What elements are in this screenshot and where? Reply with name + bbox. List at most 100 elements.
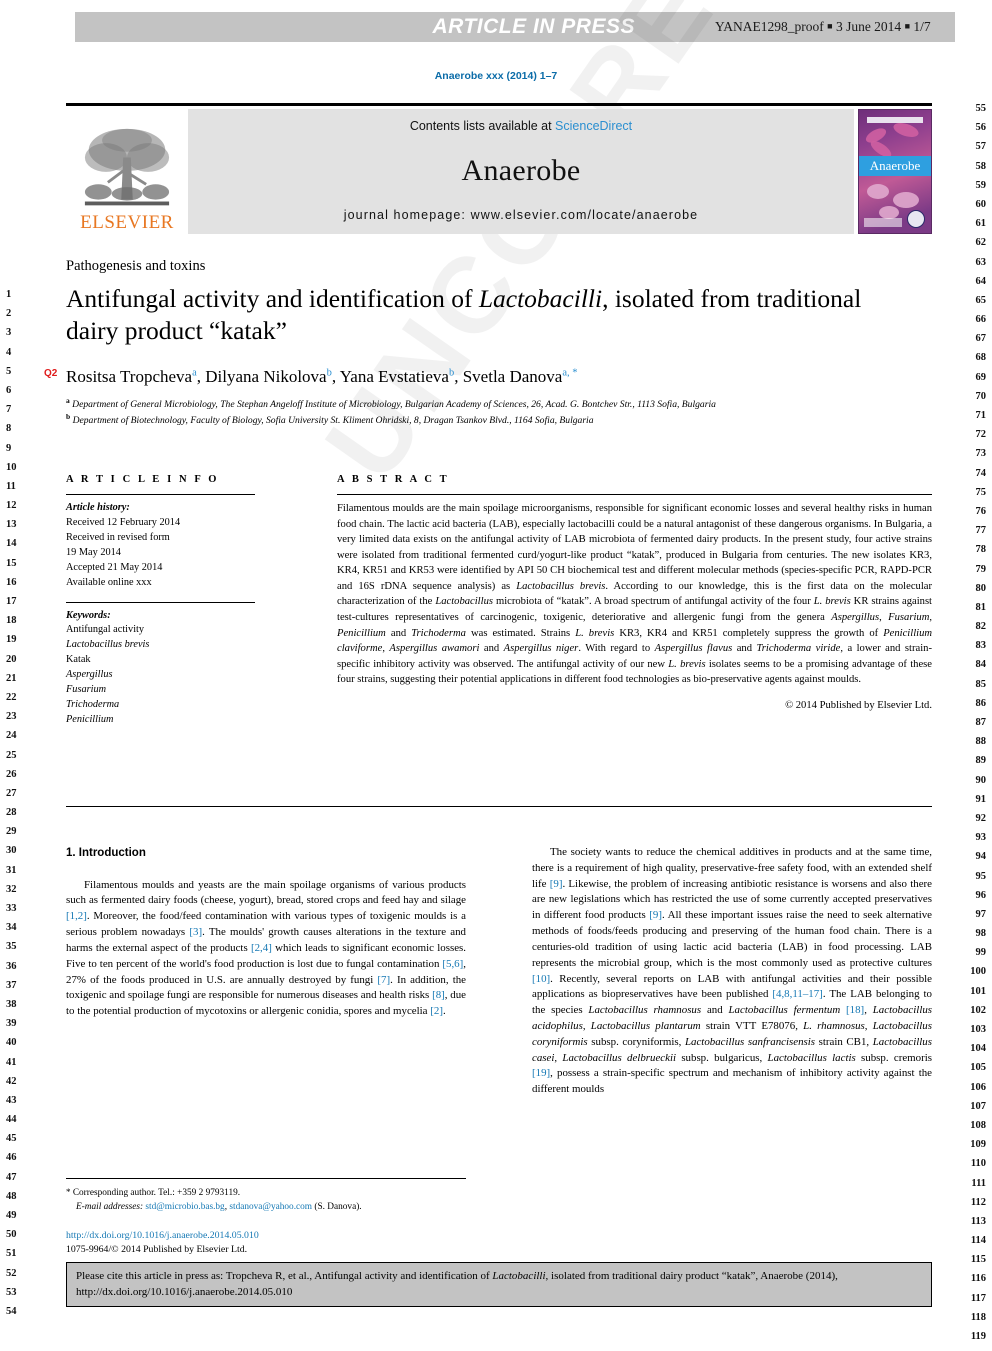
keyword-item: Fusarium bbox=[66, 684, 107, 696]
cover-top-rule bbox=[867, 117, 923, 123]
citation-notice-box: Please cite this article in press as: Tr… bbox=[66, 1262, 932, 1307]
author-name: Rositsa Tropcheva bbox=[66, 367, 193, 386]
line-number: 70 bbox=[975, 390, 987, 402]
line-number: 12 bbox=[6, 500, 17, 512]
query-marker-q2[interactable]: Q2 bbox=[44, 368, 57, 379]
line-number: 25 bbox=[6, 749, 17, 761]
line-number: 91 bbox=[975, 793, 987, 805]
line-number: 101 bbox=[970, 985, 986, 997]
abstract-text: Filamentous moulds are the main spoilage… bbox=[337, 503, 933, 686]
email-label: E-mail addresses: bbox=[76, 1201, 144, 1212]
line-number: 98 bbox=[975, 928, 987, 940]
cover-title: Anaerobe bbox=[859, 156, 931, 176]
keyword-item: Katak bbox=[66, 654, 91, 666]
line-number: 44 bbox=[6, 1114, 17, 1126]
doi-link[interactable]: http://dx.doi.org/10.1016/j.anaerobe.201… bbox=[66, 1229, 466, 1243]
affiliation-mark: a bbox=[66, 396, 70, 405]
line-number: 26 bbox=[6, 768, 17, 780]
line-number: 90 bbox=[975, 774, 987, 786]
corresponding-line: * Corresponding author. Tel.: +359 2 979… bbox=[66, 1186, 466, 1201]
line-number: 94 bbox=[975, 851, 987, 863]
journal-homepage-link[interactable]: journal homepage: www.elsevier.com/locat… bbox=[344, 208, 698, 222]
line-number: 79 bbox=[975, 563, 987, 575]
line-number: 58 bbox=[975, 160, 987, 172]
author-name: Svetla Danova bbox=[462, 367, 563, 386]
elsevier-wordmark: ELSEVIER bbox=[80, 212, 174, 233]
line-number: 38 bbox=[6, 998, 17, 1010]
doi-block: http://dx.doi.org/10.1016/j.anaerobe.201… bbox=[66, 1229, 466, 1257]
panel-bottom-rule bbox=[66, 806, 932, 807]
line-number: 41 bbox=[6, 1056, 17, 1068]
cover-caption-bar bbox=[864, 218, 902, 227]
line-number: 96 bbox=[975, 889, 987, 901]
email-address-1[interactable]: std@microbio.bas.bg bbox=[145, 1202, 224, 1212]
author-affil-mark: a bbox=[192, 367, 197, 379]
author-affil-mark: b bbox=[326, 367, 332, 379]
citation-text: Please cite this article in press as: Tr… bbox=[76, 1270, 838, 1298]
line-number: 54 bbox=[6, 1305, 17, 1317]
proof-page: 1/7 bbox=[913, 19, 931, 34]
line-number: 57 bbox=[975, 141, 987, 153]
line-number: 48 bbox=[6, 1190, 17, 1202]
line-number: 24 bbox=[6, 730, 17, 742]
line-number: 40 bbox=[6, 1037, 17, 1049]
line-number: 35 bbox=[6, 941, 17, 953]
line-number: 89 bbox=[975, 755, 987, 767]
history-line: Received 12 February 2014 bbox=[66, 516, 181, 528]
proof-metadata: YANAE1298_proof ■ 3 June 2014 ■ 1/7 bbox=[715, 19, 931, 35]
introduction-heading: 1. Introduction bbox=[66, 847, 146, 859]
keyword-item: Lactobacillus brevis bbox=[66, 639, 150, 651]
line-number: 69 bbox=[975, 371, 987, 383]
email-address-2[interactable]: stdanova@yahoo.com bbox=[229, 1202, 312, 1212]
keywords-block: Keywords: Antifungal activity Lactobacil… bbox=[66, 601, 255, 728]
line-number: 95 bbox=[975, 870, 987, 882]
square-bullet-icon: ■ bbox=[827, 21, 833, 31]
line-number: 116 bbox=[970, 1273, 986, 1285]
line-number: 53 bbox=[6, 1286, 17, 1298]
line-number: 107 bbox=[970, 1100, 986, 1112]
article-history-title: Article history: bbox=[66, 502, 130, 513]
line-number: 62 bbox=[975, 237, 987, 249]
line-number: 103 bbox=[970, 1024, 986, 1035]
line-number: 10 bbox=[6, 461, 17, 473]
line-number: 102 bbox=[970, 1004, 986, 1016]
keyword-item: Antifungal activity bbox=[66, 624, 145, 636]
line-number: 88 bbox=[975, 736, 987, 748]
author-list: Rositsa Tropchevaa, Dilyana Nikolovab, Y… bbox=[66, 367, 578, 386]
line-number: 32 bbox=[6, 883, 17, 895]
line-number: 22 bbox=[6, 691, 17, 703]
line-number: 14 bbox=[6, 538, 17, 550]
line-number: 67 bbox=[975, 333, 987, 345]
line-number: 33 bbox=[6, 903, 17, 914]
line-number: 52 bbox=[6, 1267, 17, 1279]
line-number: 104 bbox=[970, 1043, 986, 1055]
line-number: 59 bbox=[975, 179, 987, 191]
author-affil-mark: b bbox=[448, 367, 455, 379]
line-number: 100 bbox=[970, 966, 986, 978]
line-number: 19 bbox=[6, 634, 17, 646]
line-number: 97 bbox=[975, 908, 987, 920]
line-number: 65 bbox=[975, 294, 987, 306]
line-number: 106 bbox=[970, 1081, 986, 1093]
proof-date: 3 June 2014 bbox=[835, 19, 902, 34]
line-number: 113 bbox=[970, 1215, 986, 1227]
line-number: 109 bbox=[970, 1139, 986, 1151]
line-number: 108 bbox=[970, 1119, 986, 1131]
line-number: 17 bbox=[6, 596, 17, 607]
issn-copyright-line: 1075-9964/© 2014 Published by Elsevier L… bbox=[66, 1244, 248, 1256]
line-number: 73 bbox=[975, 448, 987, 460]
line-number: 112 bbox=[970, 1196, 986, 1208]
line-number: 51 bbox=[6, 1248, 17, 1260]
proof-id: YANAE1298_proof bbox=[715, 19, 824, 34]
line-number: 87 bbox=[975, 717, 987, 728]
line-number: 27 bbox=[6, 787, 17, 799]
line-number: 31 bbox=[6, 864, 17, 876]
line-number: 20 bbox=[6, 653, 17, 665]
line-number: 71 bbox=[975, 410, 987, 421]
line-number: 63 bbox=[975, 256, 987, 268]
line-number: 3 bbox=[6, 327, 12, 339]
line-number: 46 bbox=[6, 1152, 17, 1164]
sciencedirect-link[interactable]: ScienceDirect bbox=[555, 119, 632, 133]
line-number: 105 bbox=[970, 1062, 986, 1074]
line-number: 99 bbox=[975, 947, 987, 959]
